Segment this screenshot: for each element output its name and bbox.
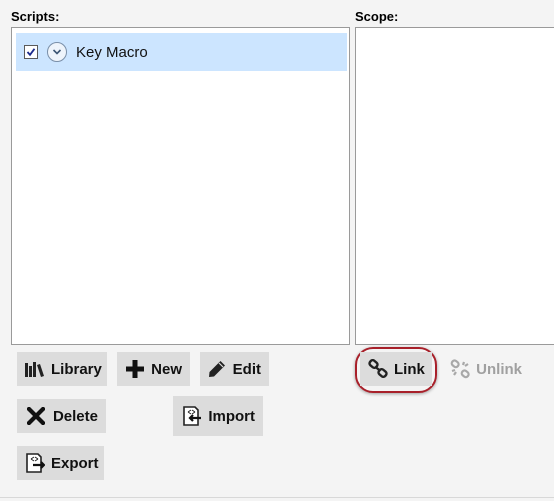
scripts-label: Scripts: (11, 9, 60, 24)
export-button-label: Export (51, 454, 99, 472)
export-icon (25, 452, 45, 474)
delete-button[interactable]: Delete (17, 399, 106, 433)
link-icon (368, 358, 388, 380)
export-button[interactable]: Export (17, 446, 104, 480)
plus-icon (125, 358, 145, 380)
expand-toggle[interactable] (47, 42, 67, 62)
scope-list[interactable] (355, 27, 554, 345)
script-enabled-checkbox[interactable] (24, 45, 38, 59)
check-icon (26, 48, 36, 57)
edit-button-label: Edit (232, 360, 261, 378)
new-button[interactable]: New (117, 352, 190, 386)
edit-button[interactable]: Edit (200, 352, 269, 386)
scope-label: Scope: (355, 9, 399, 24)
library-icon (25, 358, 45, 380)
delete-x-icon (25, 405, 47, 427)
link-button-label: Link (394, 360, 425, 378)
import-button-label: Import (208, 407, 255, 425)
script-item-label: Key Macro (76, 43, 148, 61)
library-button-label: Library (51, 360, 102, 378)
import-button[interactable]: Import (173, 396, 263, 436)
unlink-icon (450, 358, 470, 380)
link-button[interactable]: Link (360, 352, 432, 386)
unlink-button[interactable]: Unlink (442, 352, 530, 386)
bottom-divider (0, 497, 554, 498)
new-button-label: New (151, 360, 182, 378)
scripts-list[interactable]: Key Macro (11, 27, 350, 345)
delete-button-label: Delete (52, 407, 98, 425)
unlink-button-label: Unlink (476, 360, 522, 378)
import-icon (181, 405, 202, 427)
script-item-key-macro[interactable]: Key Macro (16, 33, 347, 71)
library-button[interactable]: Library (17, 352, 107, 386)
chevron-down-icon (52, 49, 62, 55)
pencil-icon (208, 358, 227, 380)
